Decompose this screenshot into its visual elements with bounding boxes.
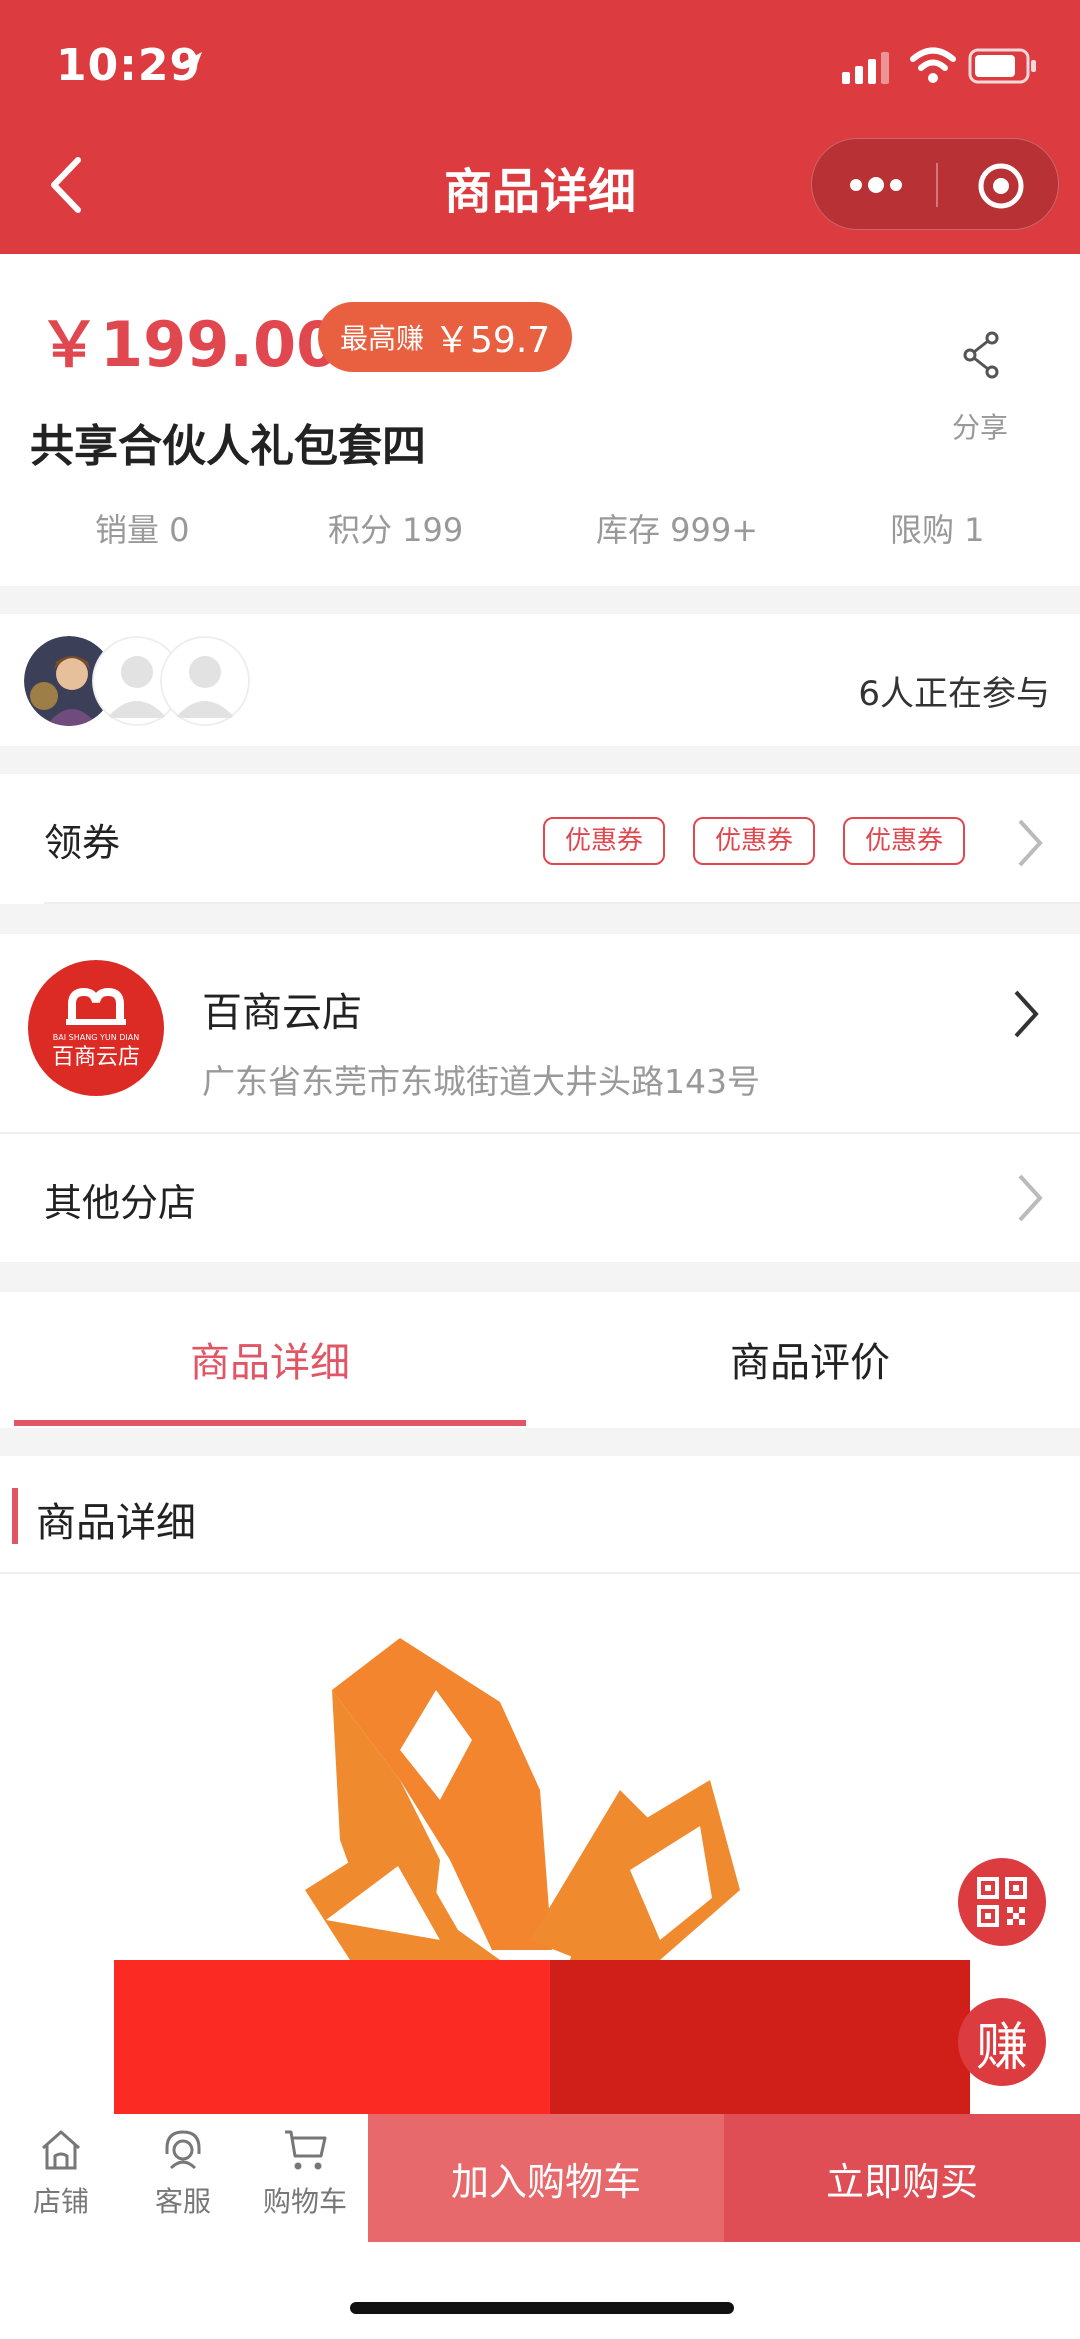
product-image: [114, 1638, 970, 2116]
store-label: 店铺: [32, 2185, 89, 2218]
coupon-title: 领券: [44, 821, 121, 865]
product-price: ￥199.00: [38, 308, 340, 381]
tab-product-detail[interactable]: 商品详细: [0, 1330, 540, 1388]
cart-button[interactable]: 购物车: [246, 2114, 364, 2242]
detail-section-title: 商品详细: [36, 1500, 196, 1546]
close-miniprogram-icon[interactable]: [976, 161, 1026, 211]
chevron-right-icon[interactable]: [1006, 984, 1046, 1044]
shop-logo-mark: BAI SHANG YUN DIAN 百商云店: [52, 987, 140, 1070]
add-to-cart-button[interactable]: 加入购物车: [368, 2114, 724, 2242]
qr-code-button[interactable]: [958, 1858, 1046, 1946]
tab-product-reviews[interactable]: 商品评价: [540, 1330, 1080, 1388]
share-icon[interactable]: [960, 330, 1004, 380]
max-earn-value: ￥59.7: [434, 320, 551, 361]
battery-icon: [968, 48, 1036, 84]
chevron-right-icon[interactable]: [1010, 1168, 1050, 1228]
divider: [44, 902, 1080, 904]
shop-logo-subtext: BAI SHANG YUN DIAN: [53, 1033, 139, 1042]
participants-count: 6人正在参与: [858, 674, 1050, 714]
max-earn-badge: 最高赚 ￥59.7: [318, 302, 573, 372]
cart-icon: [285, 2130, 327, 2170]
customer-service-label: 客服: [154, 2185, 211, 2218]
shop-logo-text: 百商云店: [52, 1045, 140, 1070]
signal-icon: [842, 52, 889, 84]
qr-code-icon: [977, 1877, 1027, 1927]
wifi-icon: [910, 47, 956, 83]
more-icon[interactable]: [848, 171, 904, 199]
divider: [0, 1132, 1080, 1134]
participant-avatar: [160, 636, 250, 726]
stat-limit: 限购 1: [890, 511, 985, 549]
app-header: 10:29 商品详细: [0, 0, 1080, 254]
store-icon: [42, 2130, 80, 2170]
home-indicator: [350, 2302, 734, 2314]
coupon-tag[interactable]: 优惠券: [693, 817, 815, 865]
divider: [0, 1572, 1080, 1574]
chevron-right-icon[interactable]: [1010, 813, 1050, 873]
location-icon: [180, 52, 202, 78]
coupon-tag[interactable]: 优惠券: [543, 817, 665, 865]
shop-address: 广东省东莞市东城街道大井头路143号: [202, 1062, 760, 1101]
product-stats: 销量 0 积分 199 库存 999+ 限购 1: [0, 505, 1080, 555]
shop-logo: BAI SHANG YUN DIAN 百商云店: [28, 960, 164, 1096]
store-button[interactable]: 店铺: [2, 2114, 120, 2242]
other-branches-label[interactable]: 其他分店: [44, 1172, 196, 1227]
stat-points: 积分 199: [328, 511, 464, 549]
product-name: 共享合伙人礼包套四: [30, 421, 426, 472]
stat-sales: 销量 0: [95, 511, 190, 549]
section-accent-bar: [12, 1488, 18, 1544]
cart-label: 购物车: [262, 2185, 347, 2218]
stat-stock: 库存 999+: [596, 511, 759, 549]
share-label[interactable]: 分享: [940, 406, 1020, 446]
buy-now-button[interactable]: 立即购买: [724, 2114, 1080, 2242]
customer-service-button[interactable]: 客服: [124, 2114, 242, 2242]
shop-name[interactable]: 百商云店: [202, 980, 362, 1038]
mini-program-capsule: [811, 138, 1059, 230]
customer-service-icon: [165, 2130, 201, 2170]
max-earn-label: 最高赚: [340, 322, 425, 355]
tab-active-indicator: [14, 1420, 526, 1426]
capsule-divider: [936, 163, 938, 207]
coupon-tag[interactable]: 优惠券: [843, 817, 965, 865]
earn-button[interactable]: 赚: [958, 1998, 1046, 2086]
